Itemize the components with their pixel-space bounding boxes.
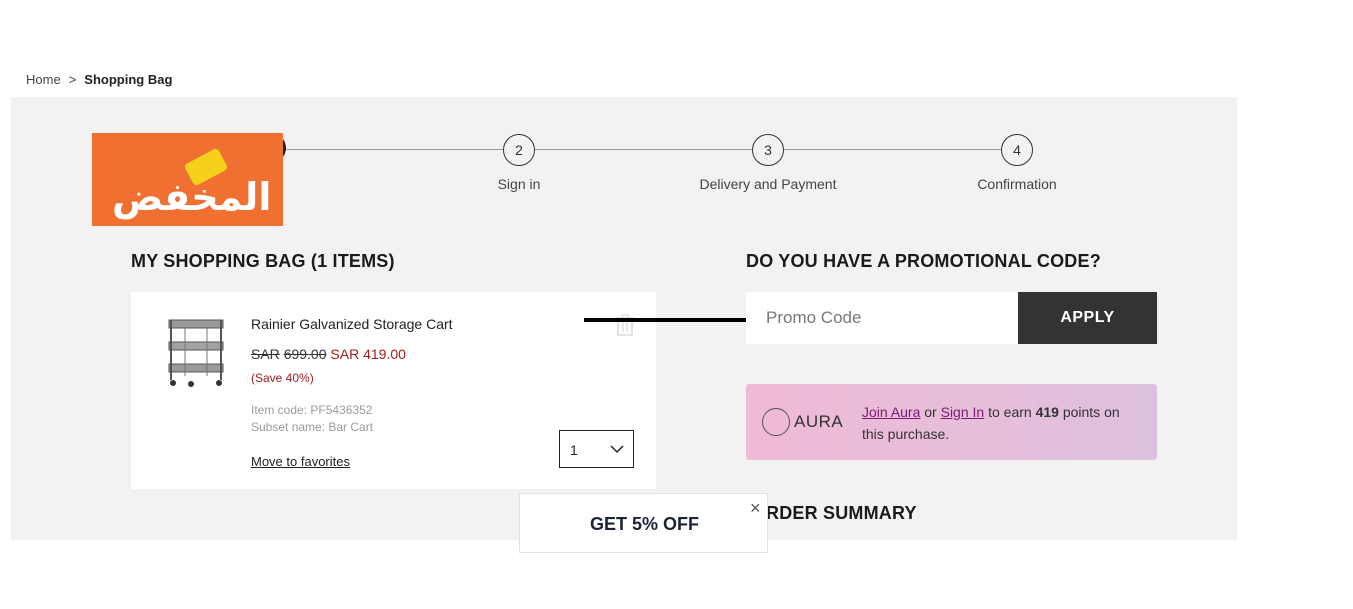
quantity-value: 1 — [570, 442, 578, 458]
join-aura-link[interactable]: Join Aura — [862, 404, 920, 420]
old-price-currency: SAR — [251, 346, 280, 362]
aura-banner: AURA Join Aura or Sign In to earn 419 po… — [746, 384, 1157, 460]
annotation-arrow — [584, 312, 766, 328]
aura-sign-in-link[interactable]: Sign In — [941, 404, 985, 420]
close-icon[interactable]: × — [750, 498, 761, 519]
bag-title: MY SHOPPING BAG (1 ITEMS) — [131, 251, 395, 271]
breadcrumb-separator: > — [68, 72, 77, 87]
step-3-label: Delivery and Payment — [699, 176, 837, 192]
step-2-circle: 2 — [503, 134, 535, 166]
aura-to-earn: to earn — [988, 404, 1032, 420]
apply-button[interactable]: APPLY — [1018, 292, 1157, 344]
bag-item-card: Rainier Galvanized Storage Cart SAR 699.… — [131, 292, 656, 489]
aura-or: or — [924, 404, 937, 420]
breadcrumb-home-link[interactable]: Home — [26, 72, 61, 87]
step-4-circle: 4 — [1001, 134, 1033, 166]
item-code: Item code: PF5436352 — [251, 403, 373, 417]
aura-logo-icon — [762, 408, 790, 436]
logo-text: المخفض — [112, 175, 272, 219]
aura-message: Join Aura or Sign In to earn 419 points … — [862, 401, 1142, 445]
product-image[interactable] — [165, 314, 227, 388]
promo-title: DO YOU HAVE A PROMOTIONAL CODE? — [746, 251, 1101, 271]
discount-label: (Save 40%) — [251, 371, 314, 385]
order-summary-title: RDER SUMMARY — [766, 503, 917, 523]
popup-title: GET 5% OFF — [589, 514, 699, 534]
promo-code-input[interactable] — [746, 292, 1018, 344]
new-price: 419.00 — [363, 346, 406, 362]
price-row: SAR 699.00 SAR 419.00 — [251, 346, 406, 362]
almukhafad-logo: المخفض — [92, 133, 283, 226]
step-4-label: Confirmation — [977, 176, 1057, 192]
quantity-select[interactable]: 1 — [559, 430, 634, 468]
breadcrumb: Home > Shopping Bag — [26, 72, 172, 87]
subset-name: Subset name: Bar Cart — [251, 420, 374, 434]
step-2-label: Sign in — [497, 176, 541, 192]
progress-line — [272, 149, 1019, 150]
old-price: 699.00 — [283, 346, 327, 362]
aura-points: 419 — [1035, 404, 1059, 420]
step-3-circle: 3 — [752, 134, 784, 166]
breadcrumb-current: Shopping Bag — [84, 72, 173, 87]
chevron-down-icon — [610, 445, 624, 454]
move-to-favorites-link[interactable]: Move to favorites — [251, 454, 350, 469]
product-name[interactable]: Rainier Galvanized Storage Cart — [251, 316, 453, 332]
new-price-currency: SAR — [330, 346, 360, 362]
aura-logo-text: AURA — [794, 412, 844, 431]
discount-popup[interactable]: GET 5% OFF × — [519, 493, 768, 553]
